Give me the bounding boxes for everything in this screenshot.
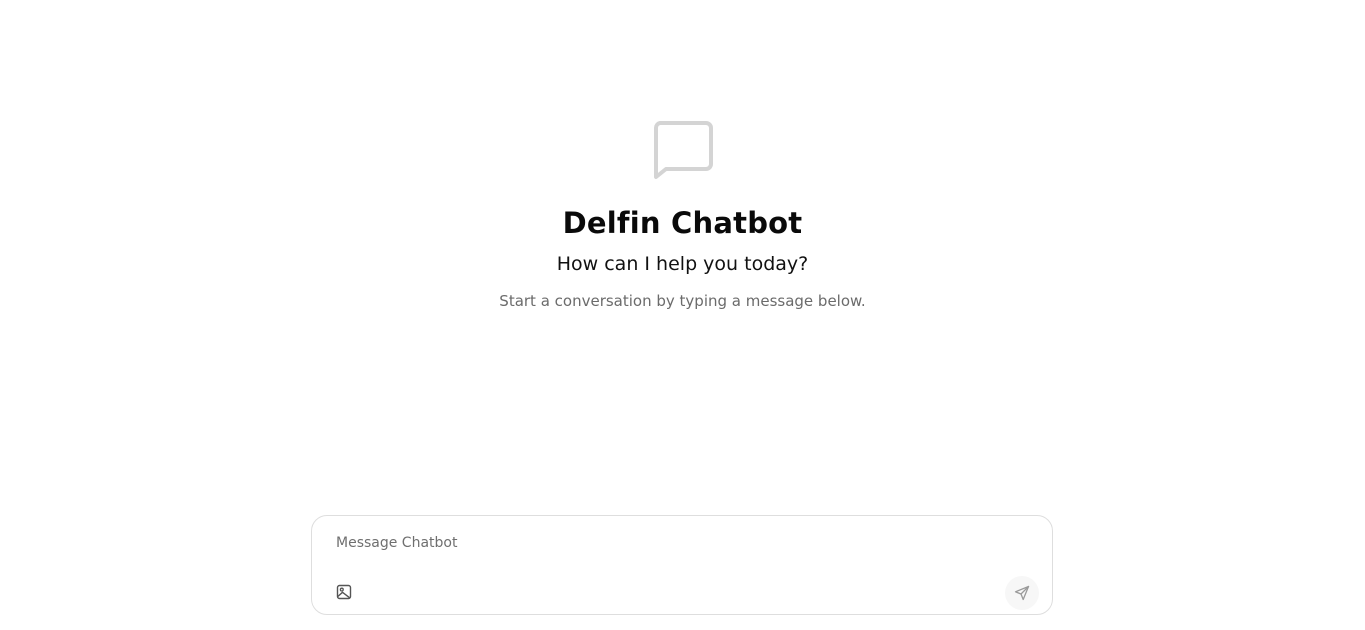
- chat-page: Delfin Chatbot How can I help you today?…: [0, 0, 1365, 630]
- message-square-icon: [654, 121, 713, 179]
- page-subtitle: How can I help you today?: [556, 253, 809, 275]
- empty-state-hint: Start a conversation by typing a message…: [499, 292, 866, 310]
- send-button[interactable]: [1005, 576, 1039, 610]
- send-icon: [1014, 585, 1030, 601]
- message-input[interactable]: [336, 532, 1026, 554]
- page-title: Delfin Chatbot: [562, 206, 803, 240]
- attach-image-button[interactable]: [334, 582, 354, 602]
- message-composer: [311, 515, 1053, 615]
- image-icon: [336, 584, 352, 600]
